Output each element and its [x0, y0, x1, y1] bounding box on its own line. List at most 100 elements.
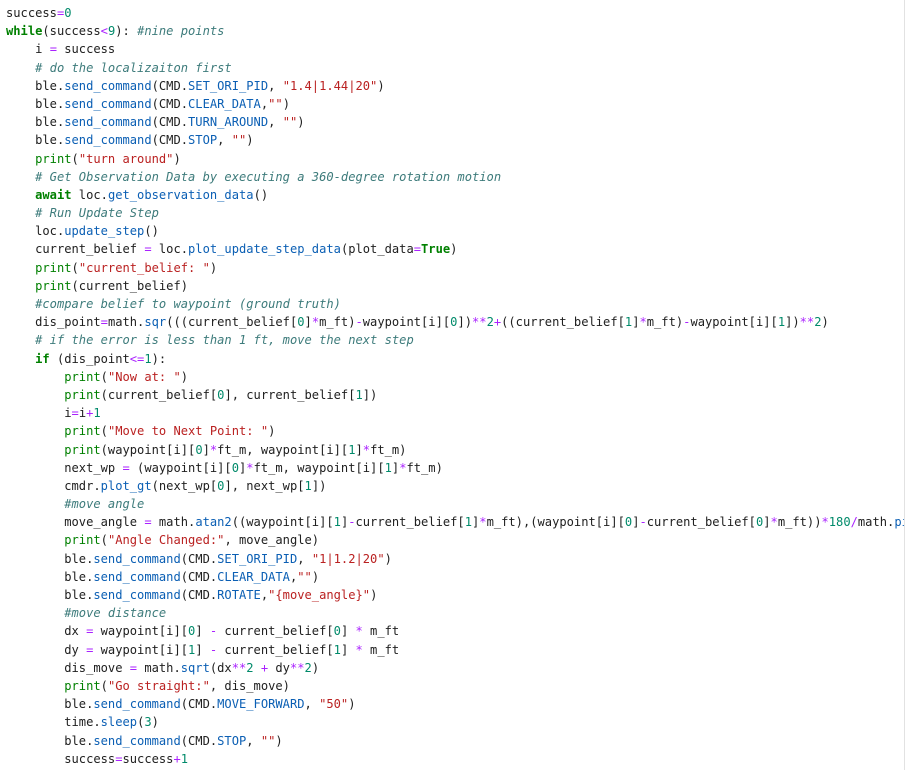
code-line: #move angle [6, 495, 904, 513]
code-line: print("current_belief: ") [6, 259, 904, 277]
function-token: send_command [64, 96, 152, 111]
code-text: math. [857, 515, 895, 530]
code-text: move_angle [6, 515, 145, 530]
code-text: waypoint[i][ [690, 315, 778, 330]
code-line: print("turn around") [6, 150, 904, 168]
comment-token: # if the error is less than 1 ft, move t… [35, 333, 414, 348]
code-line: success=success+1 [6, 750, 904, 768]
code-text: ] [340, 624, 356, 639]
builtin-token: print [35, 151, 72, 166]
code-line: # do the localizaiton first [6, 59, 904, 77]
builtin-token: print [64, 533, 101, 548]
code-text: cmdr. [6, 478, 101, 493]
code-line: dis_move = math.sqrt(dx**2 + dy**2) [6, 659, 904, 677]
keyword-token: await [35, 187, 72, 202]
code-text: ]) [362, 387, 378, 402]
code-text: current_belief[ [217, 624, 334, 639]
operator-token: * [311, 315, 320, 330]
code-text: ( [71, 260, 79, 275]
code-text: success [6, 6, 57, 20]
code-text: ft_m, waypoint[i][ [217, 442, 349, 457]
operator-token: * [770, 515, 778, 530]
keyword-token: if [35, 351, 50, 366]
code-line: print(current_belief) [6, 277, 904, 295]
operator-token: = [144, 242, 152, 257]
code-text: time. [6, 715, 101, 730]
code-text: ble. [6, 697, 94, 712]
constant-token: CLEAR_DATA [217, 569, 290, 584]
code-line: i = success [6, 40, 904, 58]
operator-token: = [115, 751, 123, 766]
operator-token: = [122, 460, 130, 475]
function-token: pi [894, 515, 904, 530]
number-token: 1 [355, 387, 363, 402]
code-text: , [297, 551, 312, 566]
operator-token: * [362, 442, 371, 457]
function-token: sqrt [180, 660, 210, 675]
code-text: dis_move [6, 660, 130, 675]
constant-token: SET_ORI_PID [217, 551, 298, 566]
code-text: (dis_point [49, 351, 130, 366]
comment-token: # Run Update Step [35, 206, 159, 221]
code-text: ble. [6, 588, 94, 602]
code-text: ) [268, 424, 276, 439]
function-token: atan2 [195, 515, 232, 530]
code-text: dis_point [6, 315, 101, 330]
code-text: (CMD. [151, 78, 189, 93]
operator-token: = [100, 315, 108, 330]
code-text: waypoint[i][ [362, 315, 451, 330]
string-token: "" [260, 733, 276, 748]
operator-token: ** [472, 315, 487, 330]
operator-token: ** [289, 660, 305, 675]
function-token: sqr [144, 315, 167, 330]
comment-token: #nine points [137, 24, 225, 39]
code-line: ble.send_command(CMD.SET_ORI_PID, "1|1.2… [6, 550, 904, 568]
string-token: "1.4|1.44|20" [282, 78, 378, 93]
string-token: "Move to Next Point: " [107, 424, 269, 439]
code-text: dy [6, 642, 87, 657]
code-text: (CMD. [151, 115, 189, 130]
code-text: ) [151, 715, 159, 730]
code-text: ) [246, 133, 254, 148]
function-token: send_command [93, 551, 181, 566]
code-text: m_ft [362, 642, 400, 657]
code-text: ((current_belief[ [501, 315, 625, 330]
operator-token: - [348, 515, 356, 530]
number-token: 0 [297, 315, 305, 330]
function-token: send_command [93, 569, 181, 584]
code-line: await loc.get_observation_data() [6, 186, 904, 204]
code-text: ble. [6, 115, 65, 130]
keyword-token: while [6, 24, 43, 39]
code-text: , [246, 733, 261, 748]
code-text: i [6, 42, 50, 57]
code-text: success [6, 751, 116, 766]
code-line: # if the error is less than 1 ft, move t… [6, 331, 904, 349]
function-token: send_command [93, 588, 181, 602]
string-token: "Angle Changed:" [107, 533, 225, 548]
code-text: next_wp [6, 460, 123, 475]
function-token: send_command [64, 133, 152, 148]
code-text: (success [42, 24, 101, 39]
function-token: get_observation_data [107, 187, 254, 202]
code-text: (current_belief) [71, 278, 189, 293]
code-editor[interactable]: success=0 while(success<9): #nine points … [0, 0, 905, 770]
code-line: print(current_belief[0], current_belief[… [6, 386, 904, 404]
operator-token: = [129, 660, 138, 675]
code-block: success=0 while(success<9): #nine points … [6, 4, 904, 768]
function-token: plot_gt [100, 478, 152, 493]
code-line: i=i+1 [6, 404, 904, 422]
code-text: (CMD. [180, 588, 218, 602]
operator-token: < [100, 24, 108, 39]
code-text: (CMD. [151, 133, 189, 148]
constant-token: STOP [217, 733, 247, 748]
code-line: print("Angle Changed:", move_angle) [6, 531, 904, 549]
code-line: ble.send_command(CMD.TURN_AROUND, "") [6, 113, 904, 131]
code-text: ] [195, 642, 210, 657]
